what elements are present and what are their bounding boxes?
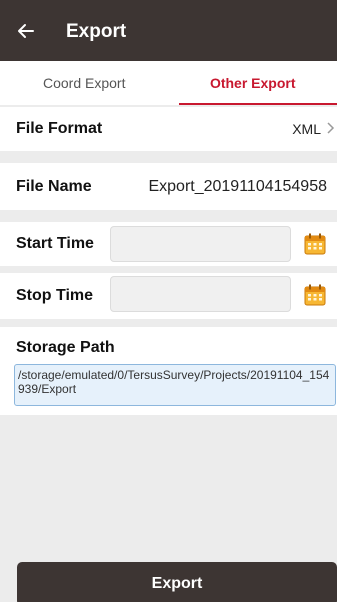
file-format-value: XML	[292, 121, 321, 137]
stop-time-label: Stop Time	[16, 287, 94, 304]
file-format-row[interactable]: File Format XML	[0, 107, 337, 151]
app-bar: Export	[0, 0, 337, 61]
page-title: Export	[66, 20, 127, 42]
start-time-input[interactable]	[110, 226, 291, 262]
file-format-label: File Format	[16, 120, 103, 137]
tab-other-export[interactable]: Other Export	[169, 61, 337, 105]
stop-time-input[interactable]	[110, 276, 291, 312]
file-name-field[interactable]: Export_20191104154958	[148, 178, 327, 196]
start-time-label: Start Time	[16, 235, 94, 252]
storage-path-section: Storage Path /storage/emulated/0/TersusS…	[0, 327, 337, 415]
export-button[interactable]: Export	[17, 562, 337, 602]
file-name-label: File Name	[16, 177, 92, 195]
start-time-row: Start Time	[0, 222, 337, 266]
calendar-icon[interactable]	[303, 283, 327, 307]
arrow-left-icon[interactable]	[14, 19, 38, 43]
storage-path-label: Storage Path	[16, 339, 115, 356]
stop-time-row: Stop Time	[0, 273, 337, 319]
file-format-select[interactable]: XML	[292, 121, 337, 138]
file-name-row: File Name Export_20191104154958	[0, 163, 337, 210]
tab-bar: Coord Export Other Export	[0, 61, 337, 105]
calendar-icon[interactable]	[303, 232, 327, 256]
storage-path-field[interactable]: /storage/emulated/0/TersusSurvey/Project…	[14, 364, 336, 406]
chevron-right-icon	[327, 121, 335, 138]
tab-coord-export[interactable]: Coord Export	[0, 61, 169, 105]
